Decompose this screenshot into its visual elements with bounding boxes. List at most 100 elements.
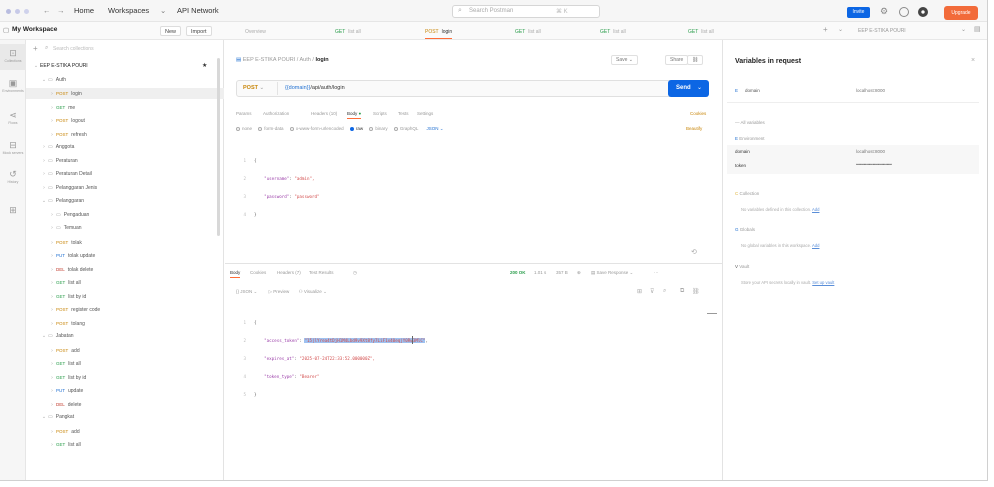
chevron-icon[interactable]: ⌄ [40,331,48,342]
sidebar-item-tolak[interactable]: › POST tolak [26,237,224,248]
forward-icon[interactable]: → [57,5,65,17]
more-icon[interactable]: ⋯ [654,270,659,276]
tabs-menu-icon[interactable]: ⌄ [838,26,843,33]
chevron-down-icon[interactable]: ⌄ [160,5,166,17]
sidebar-item-jabatan[interactable]: ⌄ ▭ Jabatan [26,331,224,342]
funnel-icon[interactable]: ⊽ [650,288,654,295]
nav-api-network[interactable]: API Network [177,5,219,17]
preview-button[interactable]: ▷ Preview [269,289,290,294]
sidebar-item-pengaduan[interactable]: › ▭ Pengaduan [26,210,224,221]
sidebar-item-pelanggaran-jenis[interactable]: › ▭ Pelanggaran Jenis [26,183,224,194]
chevron-icon[interactable]: › [48,292,56,303]
environment-section[interactable]: E Environment [735,136,765,141]
tab-overview[interactable]: Overview [245,27,266,39]
tab-settings[interactable]: Settings [417,111,433,116]
upgrade-button[interactable]: Upgrade [944,6,978,20]
breadcrumb-current[interactable]: login [315,57,328,63]
visualize-button[interactable]: ⚇ Visualize ⌄ [299,289,327,294]
beautify-link[interactable]: Beautify [686,126,702,131]
response-size[interactable]: 357 B [556,270,568,275]
back-icon[interactable]: ← [43,5,51,17]
sidebar-item-peraturan[interactable]: › ▭ Peraturan [26,156,224,167]
save-button[interactable]: Save ⌄ [611,55,638,65]
nav-home[interactable]: Home [74,5,94,17]
tab-body[interactable]: Body ● [347,111,362,119]
avatar[interactable] [918,7,928,17]
resp-tab-body[interactable]: Body [230,270,241,278]
env-dropdown-icon[interactable]: ⌄ [961,26,966,33]
chevron-icon[interactable]: › [48,89,56,100]
env-var-value[interactable]: •••••••••••••••••••••••••••• [856,162,892,167]
chevron-icon[interactable]: › [48,130,56,141]
sidebar-item-add[interactable]: › POST add [26,426,224,437]
chevron-icon[interactable]: ⌄ [40,196,48,207]
chevron-icon[interactable]: › [48,116,56,127]
radio-binary[interactable] [369,126,374,131]
sidebar-item-anggota[interactable]: › ▭ Anggota [26,142,224,153]
import-button[interactable]: Import [186,26,212,36]
sidebar-item-list-by-id[interactable]: › GET list by id [26,291,224,302]
sidebar-item-logout[interactable]: › POST logout [26,115,224,126]
resp-tab-tests[interactable]: Test Results [309,270,334,275]
chevron-icon[interactable]: ⌄ [40,412,48,423]
setup-vault-link[interactable]: Set up vault [812,280,834,285]
resp-tab-headers[interactable]: Headers (7) [277,270,301,275]
request-body-editor[interactable]: 1 2 3 4 { "username": "admin", "password… [236,146,706,217]
chevron-icon[interactable]: › [48,386,56,397]
add-global-link[interactable]: Add [812,243,819,248]
tab-params[interactable]: Params [236,111,252,116]
tab-scripts[interactable]: Scripts [373,111,387,116]
chevron-icon[interactable]: › [48,373,56,384]
notifications-icon[interactable] [899,7,909,17]
resp-tab-cookies[interactable]: Cookies [250,270,266,275]
chevron-icon[interactable]: › [48,427,56,438]
add-collection-icon[interactable]: + [33,44,38,53]
workspace-name[interactable]: My Workspace [12,26,57,33]
tab-tests[interactable]: Tests [398,111,409,116]
chevron-icon[interactable]: › [48,440,56,451]
copy-icon[interactable]: ⧉ [680,288,684,295]
sidebar-item-list-all[interactable]: › GET list all [26,439,224,450]
response-time[interactable]: 1.01 s [534,270,546,275]
nav-environments[interactable]: ▣ Environments [0,78,26,94]
window-minimize-icon[interactable] [15,9,20,14]
nav-collections[interactable]: ⊡ Collections [0,44,26,70]
radio-none[interactable] [236,126,240,131]
json-value-selected[interactable]: "15|lYrea4tDjH1M4Lbd9v9Xt8fy7LiF1x40eqjY… [304,338,426,343]
sidebar-item-pangkat[interactable]: ⌄ ▭ Pangkat [26,412,224,423]
sidebar-item-add[interactable]: › POST add [26,345,224,356]
sidebar-item-delete[interactable]: › DEL delete [26,399,224,410]
format-select[interactable]: JSON ⌄ [427,126,444,131]
globals-section[interactable]: G Globals [735,227,755,232]
chevron-icon[interactable]: › [48,103,56,114]
tab-list-all[interactable]: GET list all [688,27,714,39]
nav-mock-servers[interactable]: ⊟ Mock servers [0,140,26,156]
radio-raw[interactable] [349,126,354,131]
chevron-icon[interactable]: › [48,278,56,289]
filter-icon[interactable]: ⊞ [637,288,642,295]
sidebar-item-list-by-id[interactable]: › GET list by id [26,372,224,383]
send-button[interactable]: Send ⌄ [668,80,709,97]
search-response-icon[interactable]: ⌕ [663,288,666,295]
url-input[interactable]: {{domain}}/api/auth/login [285,85,345,91]
chevron-icon[interactable]: › [40,169,48,180]
add-tab-icon[interactable]: + [823,25,828,34]
nav-flows[interactable]: ⋖ Flows [0,110,26,126]
response-body-viewer[interactable]: 1 2 3 4 5 { "access_token": "15|lYrea4tD… [236,308,706,397]
chevron-icon[interactable]: › [48,305,56,316]
method-select[interactable]: POST ⌄ [243,85,264,91]
chevron-icon[interactable]: › [48,400,56,411]
sidebar-item-register-code[interactable]: › POST register code [26,304,224,315]
chevron-icon[interactable]: ⌄ [40,75,48,86]
sidebar-scrollbar[interactable] [217,58,220,236]
sidebar-item-login[interactable]: › POST login [26,88,224,99]
link-response-icon[interactable]: ⛓ [692,288,700,295]
chevron-icon[interactable]: › [40,183,48,194]
sidebar-item-list-all[interactable]: › GET list all [26,277,224,288]
sidebar-item-me[interactable]: › GET me [26,102,224,113]
history-icon[interactable]: ◷ [353,270,357,276]
nav-apps[interactable]: ⊞ [0,205,26,215]
radio-urlencoded[interactable] [289,126,294,131]
sidebar-search-input[interactable]: Search collections [53,46,94,52]
sidebar-item-update[interactable]: › PUT update [26,385,224,396]
